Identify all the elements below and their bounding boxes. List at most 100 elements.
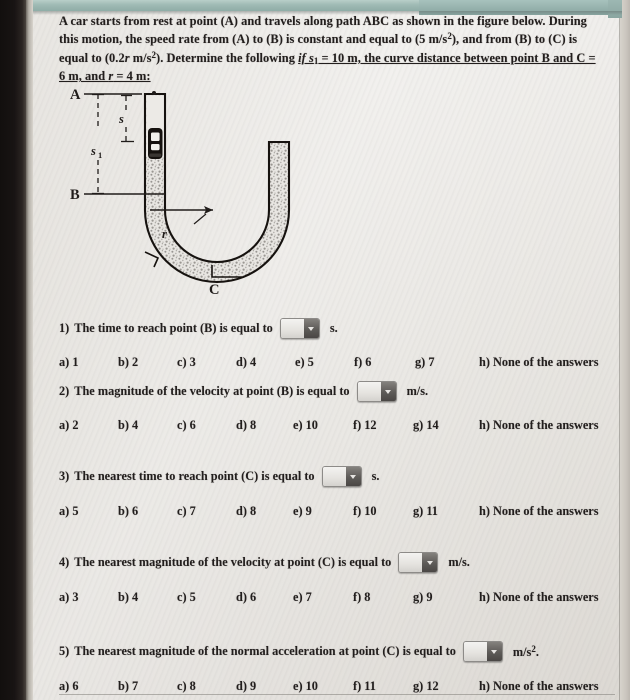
option-2f[interactable]: f) 12	[353, 418, 377, 433]
option-5f[interactable]: f) 11	[353, 679, 376, 694]
dimension-r-label: r	[162, 227, 167, 241]
option-2d[interactable]: d) 8	[236, 418, 256, 433]
chevron-down-icon[interactable]	[303, 319, 319, 338]
option-3d[interactable]: d) 8	[236, 504, 256, 519]
question-1-dropdown[interactable]	[279, 318, 320, 339]
dimension-s-label: s	[118, 112, 124, 126]
problem-line-1: A car starts from rest at point (A) and …	[59, 14, 587, 28]
problem-figure: A B s 1 s r C	[66, 82, 366, 297]
option-5b[interactable]: b) 7	[118, 679, 138, 694]
option-5d[interactable]: d) 9	[236, 679, 256, 694]
question-3-unit: s.	[371, 469, 380, 483]
option-4h[interactable]: h) None of the answers	[479, 590, 599, 605]
option-5g[interactable]: g) 12	[413, 679, 439, 694]
option-5c[interactable]: c) 8	[177, 679, 196, 694]
option-1b[interactable]: b) 2	[118, 355, 138, 370]
option-4d[interactable]: d) 6	[236, 590, 256, 605]
option-3g[interactable]: g) 11	[413, 504, 438, 519]
option-1g[interactable]: g) 7	[415, 355, 434, 370]
chevron-down-icon[interactable]	[380, 382, 396, 401]
question-1-number: 1)	[59, 321, 70, 335]
option-1d[interactable]: d) 4	[236, 355, 256, 370]
screenshot-root: A car starts from rest at point (A) and …	[0, 0, 630, 700]
option-1a[interactable]: a) 1	[59, 355, 78, 370]
problem-statement: A car starts from rest at point (A) and …	[59, 14, 602, 85]
option-2a[interactable]: a) 2	[59, 418, 78, 433]
problem-line-3b: m/s	[129, 50, 152, 65]
option-1f[interactable]: f) 6	[354, 355, 371, 370]
svg-text:B: B	[70, 187, 80, 203]
question-1-dropdown-value[interactable]	[280, 319, 304, 338]
option-3b[interactable]: b) 6	[118, 504, 138, 519]
option-4e[interactable]: e) 7	[293, 590, 312, 605]
page-bottom-rule	[59, 694, 615, 695]
question-4-dropdown-value[interactable]	[399, 553, 423, 572]
window-chrome-shadow	[30, 11, 622, 15]
dimension-s1-sub: 1	[98, 150, 102, 160]
question-3: 3) The nearest time to reach point (C) i…	[59, 466, 379, 487]
point-a-marker: A	[70, 87, 156, 103]
problem-line-3a: equal to (0.2	[59, 50, 125, 65]
question-2: 2) The magnitude of the velocity at poin…	[59, 381, 428, 402]
problem-underline-1-text: if s	[298, 50, 314, 65]
option-1h[interactable]: h) None of the answers	[479, 355, 599, 370]
question-2-dropdown-value[interactable]	[357, 382, 381, 401]
option-3c[interactable]: c) 7	[177, 504, 196, 519]
option-2b[interactable]: b) 4	[118, 418, 138, 433]
question-4: 4) The nearest magnitude of the velocity…	[59, 552, 470, 573]
question-5-unit-text: m/s	[512, 644, 532, 659]
chevron-down-icon[interactable]	[486, 642, 502, 661]
option-4f[interactable]: f) 8	[353, 590, 370, 605]
question-3-dropdown-value[interactable]	[322, 467, 346, 486]
option-2c[interactable]: c) 6	[177, 418, 196, 433]
svg-text:A: A	[70, 87, 81, 103]
question-4-unit: m/s.	[448, 555, 470, 569]
question-2-text: The magnitude of the velocity at point (…	[74, 384, 350, 398]
monitor-bezel-edge	[26, 0, 33, 700]
option-5e[interactable]: e) 10	[293, 679, 318, 694]
option-3h[interactable]: h) None of the answers	[479, 504, 599, 519]
track-path	[143, 92, 291, 284]
document-content: A car starts from rest at point (A) and …	[26, 0, 630, 700]
question-4-dropdown[interactable]	[398, 552, 439, 573]
option-2g[interactable]: g) 14	[413, 418, 439, 433]
dimension-s1-label: s	[90, 144, 96, 158]
question-5-dropdown[interactable]	[462, 641, 503, 662]
question-4-number: 4)	[59, 555, 70, 569]
option-3a[interactable]: a) 5	[59, 504, 78, 519]
question-3-dropdown[interactable]	[321, 466, 362, 487]
option-3e[interactable]: e) 9	[293, 504, 312, 519]
question-5: 5) The nearest magnitude of the normal a…	[59, 641, 539, 662]
problem-line-2: this motion, the speed rate from (A) to …	[59, 32, 448, 47]
option-2e[interactable]: e) 10	[293, 418, 318, 433]
point-c-label: C	[209, 282, 219, 297]
question-2-number: 2)	[59, 384, 70, 398]
chevron-down-icon[interactable]	[345, 467, 361, 486]
option-3f[interactable]: f) 10	[353, 504, 377, 519]
question-3-text: The nearest time to reach point (C) is e…	[74, 469, 315, 483]
question-4-text: The nearest magnitude of the velocity at…	[74, 555, 392, 569]
question-1-unit: s.	[329, 321, 338, 335]
chevron-down-icon[interactable]	[422, 553, 438, 572]
option-4a[interactable]: a) 3	[59, 590, 78, 605]
option-1e[interactable]: e) 5	[295, 355, 314, 370]
question-1-text: The time to reach point (B) is equal to	[74, 321, 273, 335]
question-5-number: 5)	[59, 644, 70, 658]
window-chrome-corner	[608, 0, 622, 18]
option-4g[interactable]: g) 9	[413, 590, 432, 605]
question-2-dropdown[interactable]	[356, 381, 397, 402]
option-2h[interactable]: h) None of the answers	[479, 418, 599, 433]
option-4c[interactable]: c) 5	[177, 590, 196, 605]
problem-line-3c: ). Determine the following	[156, 50, 299, 65]
option-1c[interactable]: c) 3	[177, 355, 196, 370]
option-5a[interactable]: a) 6	[59, 679, 78, 694]
question-3-number: 3)	[59, 469, 70, 483]
question-5-unit-period: .	[535, 644, 539, 659]
option-4b[interactable]: b) 4	[118, 590, 138, 605]
option-5h[interactable]: h) None of the answers	[479, 679, 599, 694]
question-5-dropdown-value[interactable]	[463, 642, 487, 661]
problem-line-2b: ), and from (B) to (C) is	[451, 32, 578, 47]
question-2-unit: m/s.	[406, 384, 429, 398]
problem-underline-1: if s1 = 10 m, the curve distance between…	[298, 50, 595, 66]
car-icon	[148, 128, 163, 159]
